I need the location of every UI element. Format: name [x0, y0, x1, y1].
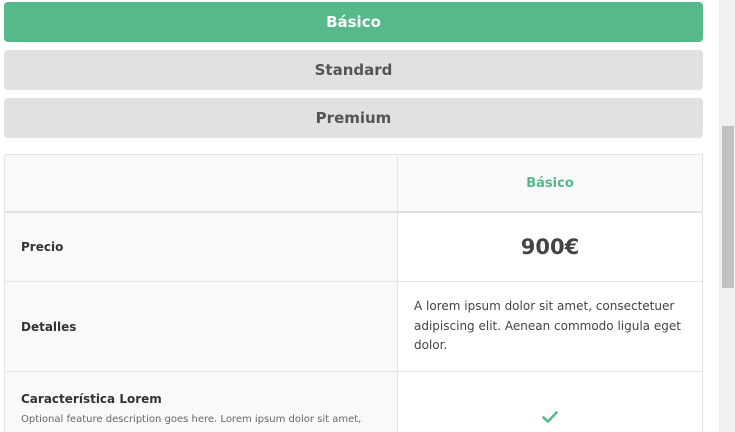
- feature-title: Característica Lorem: [21, 392, 162, 406]
- table-header-row: Básico: [5, 155, 702, 213]
- header-plan-name: Básico: [526, 175, 574, 191]
- price-label-cell: Precio: [5, 213, 398, 281]
- feature-row: Característica Lorem Optional feature de…: [5, 372, 702, 432]
- price-value: 900€: [520, 235, 580, 259]
- tab-basico[interactable]: Básico: [4, 2, 703, 42]
- scrollbar-thumb[interactable]: [722, 126, 734, 288]
- details-label: Detalles: [21, 319, 77, 334]
- details-label-cell: Detalles: [5, 282, 398, 371]
- tab-standard[interactable]: Standard: [4, 50, 703, 90]
- vertical-scrollbar[interactable]: [719, 0, 735, 432]
- header-empty-cell: [5, 155, 398, 211]
- feature-description: Optional feature description goes here. …: [21, 414, 362, 425]
- feature-label-cell: Característica Lorem Optional feature de…: [5, 372, 398, 432]
- price-value-cell: 900€: [398, 213, 702, 281]
- pricing-table: Básico Precio 900€ Detalles A lorem ipsu…: [4, 154, 703, 432]
- check-icon: [542, 411, 558, 423]
- header-plan-cell: Básico: [398, 155, 702, 211]
- tab-premium[interactable]: Premium: [4, 98, 703, 138]
- details-text: A lorem ipsum dolor sit amet, consectetu…: [414, 299, 681, 353]
- price-row: Precio 900€: [5, 213, 702, 282]
- feature-value-cell: [398, 372, 702, 432]
- pricing-content: Básico Standard Premium Básico Precio 90…: [0, 0, 719, 432]
- price-label: Precio: [21, 240, 64, 254]
- details-value-cell: A lorem ipsum dolor sit amet, consectetu…: [398, 282, 702, 371]
- details-row: Detalles A lorem ipsum dolor sit amet, c…: [5, 282, 702, 372]
